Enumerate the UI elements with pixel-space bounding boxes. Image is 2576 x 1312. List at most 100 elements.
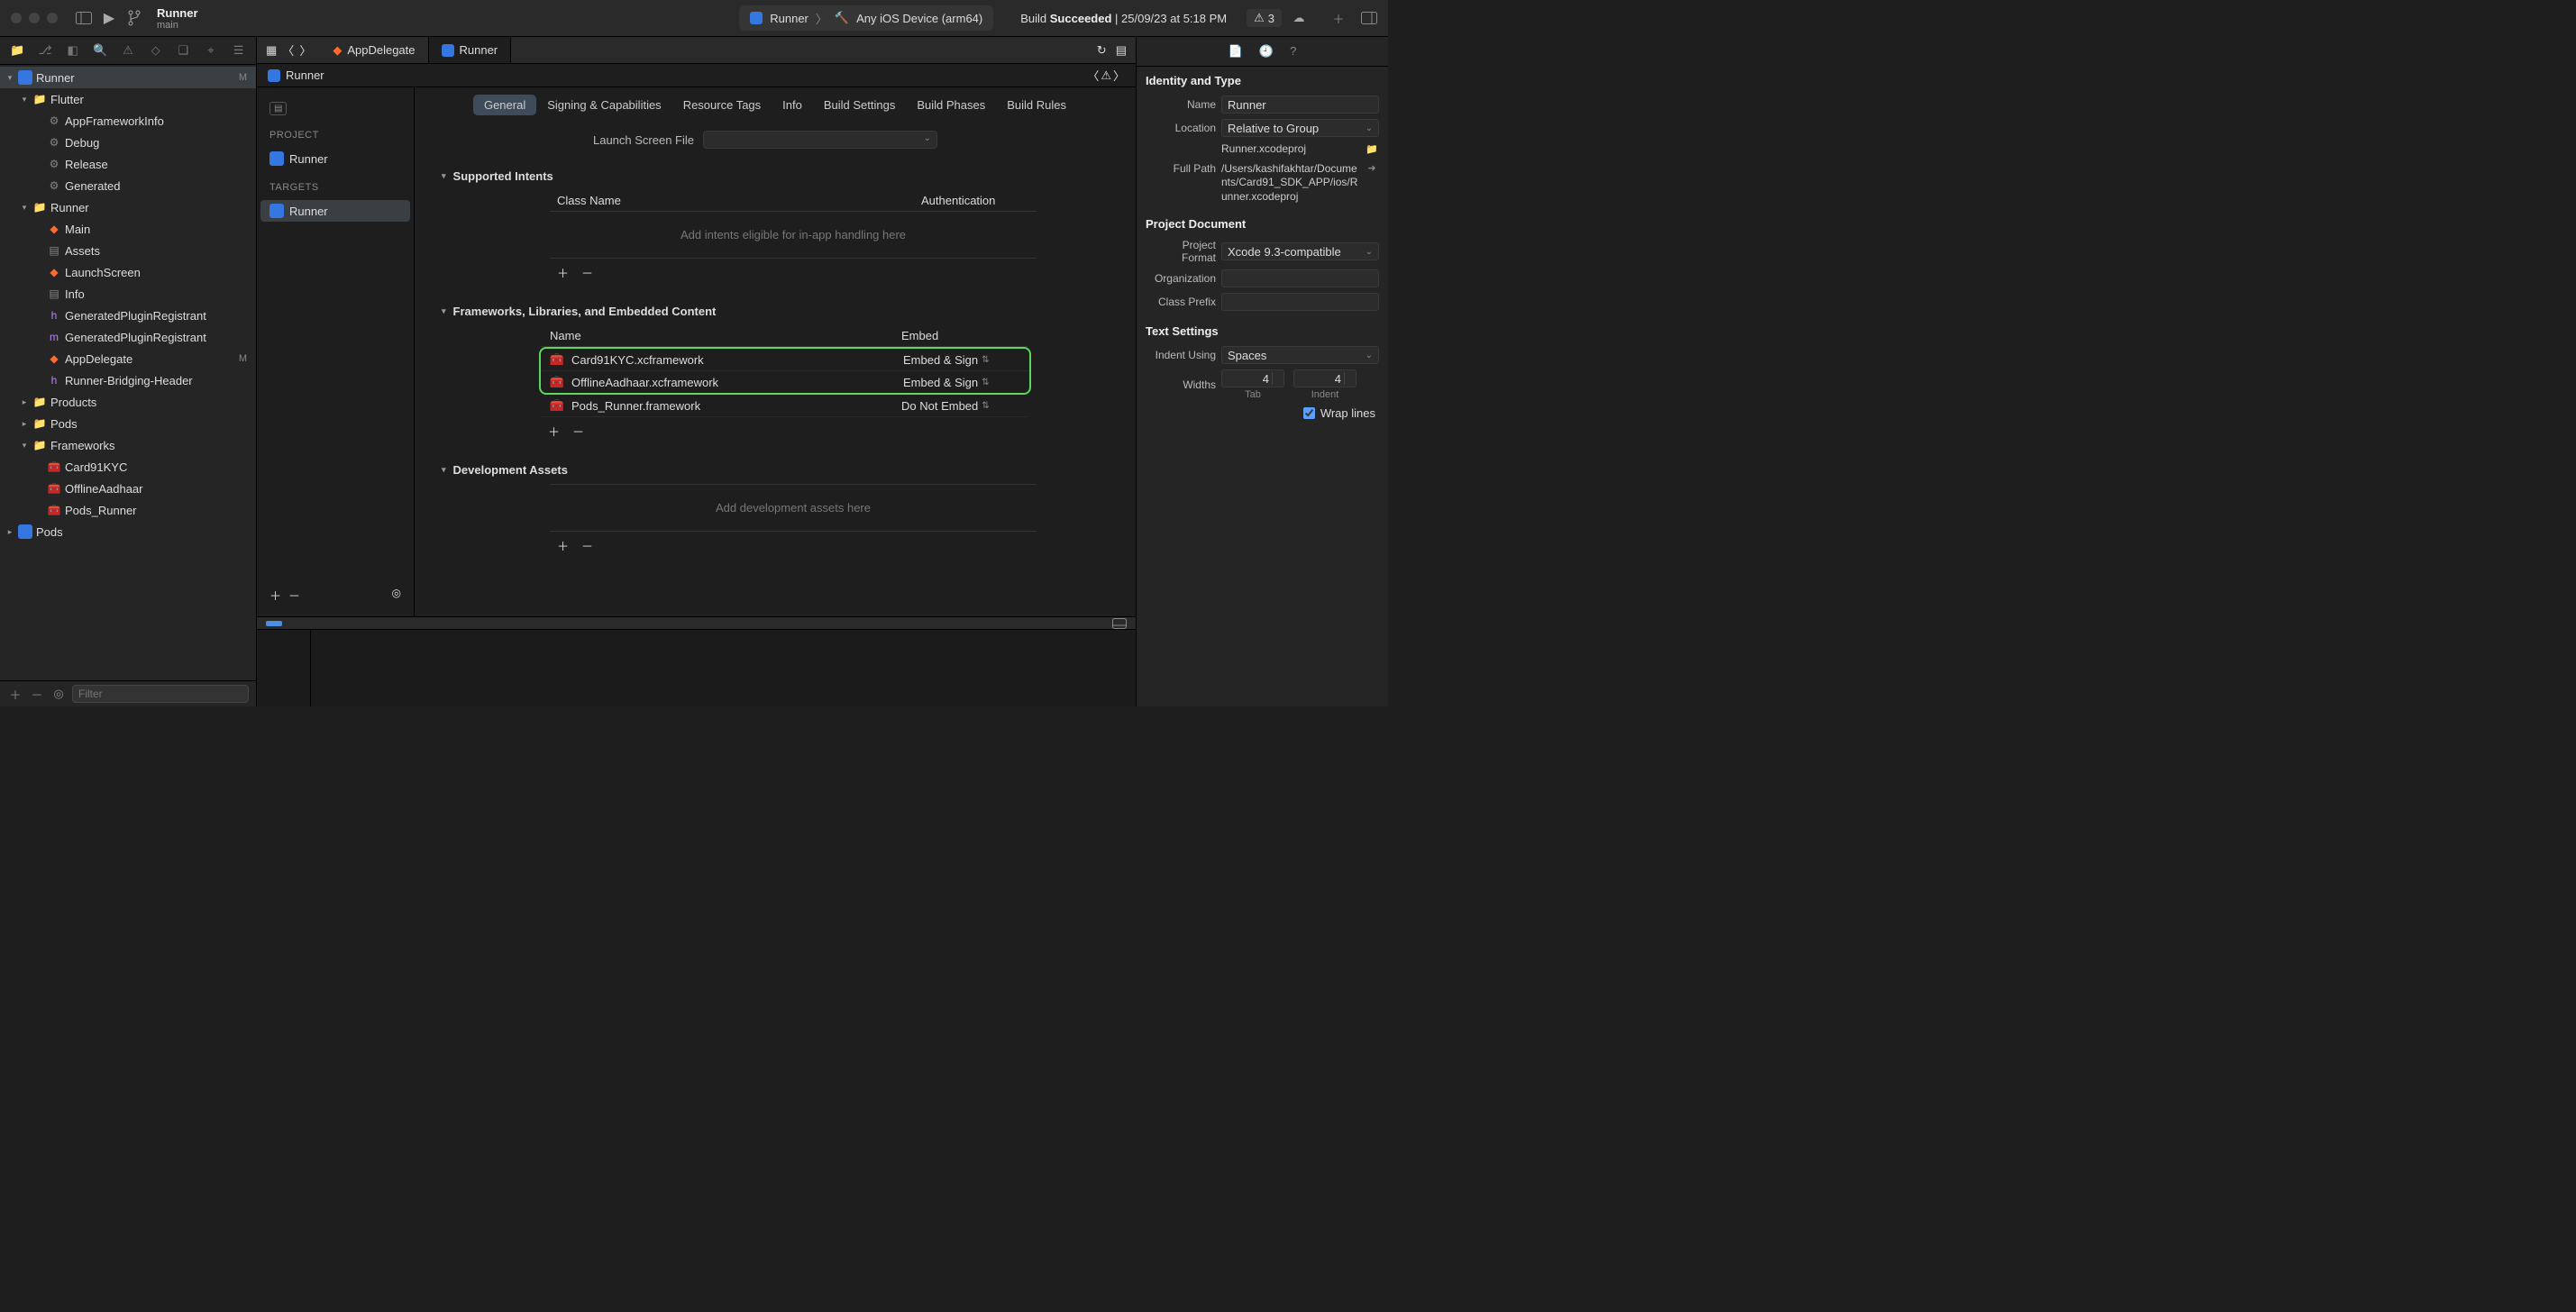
framework-row[interactable]: 🧰Card91KYC.xcframework Embed & Sign⇅ bbox=[541, 349, 1029, 371]
filter-scope-icon[interactable]: ◎ bbox=[50, 686, 67, 702]
remove-framework-button[interactable]: － bbox=[572, 423, 584, 440]
add-target-button[interactable]: ＋ bbox=[269, 587, 281, 604]
tab-resource-tags[interactable]: Resource Tags bbox=[672, 95, 772, 115]
tab-appdelegate[interactable]: ◆ AppDelegate bbox=[320, 37, 428, 63]
location-dropdown[interactable]: Relative to Group⌄ bbox=[1221, 119, 1379, 137]
cloud-icon[interactable]: ☁ bbox=[1291, 10, 1307, 26]
remove-file-button[interactable]: － bbox=[29, 686, 45, 702]
supported-intents-header[interactable]: ▾ Supported Intents bbox=[442, 162, 1109, 190]
warning-icon[interactable]: ⚠ bbox=[1101, 68, 1111, 83]
tree-row[interactable]: hRunner-Bridging-Header bbox=[0, 369, 256, 391]
branch-info[interactable]: Runner main bbox=[157, 6, 198, 31]
launch-screen-dropdown[interactable]: ⌄ bbox=[703, 131, 937, 149]
panel-toggle-icon[interactable] bbox=[1112, 618, 1127, 629]
framework-row[interactable]: 🧰OfflineAadhaar.xcframework Embed & Sign… bbox=[541, 371, 1029, 393]
dev-assets-header[interactable]: ▾ Development Assets bbox=[442, 456, 1109, 484]
remove-dev-asset-button[interactable]: － bbox=[581, 537, 593, 554]
editor-options-icon[interactable]: ▤ bbox=[1116, 43, 1127, 58]
tab-general[interactable]: General bbox=[473, 95, 536, 115]
framework-row[interactable]: 🧰Pods_Runner.framework Do Not Embed⇅ bbox=[541, 395, 1028, 417]
disclosure-icon[interactable]: ▾ bbox=[5, 73, 14, 83]
add-button[interactable]: ＋ bbox=[1330, 10, 1347, 26]
embed-select[interactable]: Embed & Sign bbox=[903, 353, 978, 367]
tree-row[interactable]: ▸📁Products bbox=[0, 391, 256, 413]
window-controls[interactable] bbox=[11, 13, 58, 23]
tree-row[interactable]: ▤Info bbox=[0, 283, 256, 305]
disclosure-icon[interactable]: ▾ bbox=[20, 95, 29, 105]
report-tab-icon[interactable]: ☰ bbox=[231, 42, 247, 59]
tree-row[interactable]: ⚙Release bbox=[0, 153, 256, 175]
embed-select[interactable]: Embed & Sign bbox=[903, 376, 978, 389]
wrap-lines-checkbox[interactable] bbox=[1303, 407, 1315, 419]
add-file-button[interactable]: ＋ bbox=[7, 686, 23, 702]
issues-badge[interactable]: ⚠3 bbox=[1247, 9, 1282, 27]
stepper-icon[interactable]: ⇅ bbox=[982, 355, 989, 365]
stepper-icon[interactable]: ⇅ bbox=[982, 378, 989, 387]
tree-row[interactable]: ▾📁Frameworks bbox=[0, 434, 256, 456]
tab-build-settings[interactable]: Build Settings bbox=[813, 95, 907, 115]
target-item[interactable]: Runner bbox=[260, 200, 410, 222]
filter-targets-icon[interactable]: ◎ bbox=[392, 587, 401, 604]
project-item[interactable]: Runner bbox=[260, 148, 410, 169]
disclosure-icon[interactable]: ▸ bbox=[5, 527, 14, 537]
tree-row[interactable]: ◆AppDelegateM bbox=[0, 348, 256, 369]
tree-row[interactable]: 🧰OfflineAadhaar bbox=[0, 478, 256, 499]
indent-using-dropdown[interactable]: Spaces⌄ bbox=[1221, 346, 1379, 364]
tree-row[interactable]: ⚙Generated bbox=[0, 175, 256, 196]
help-inspector-tab-icon[interactable]: ? bbox=[1290, 44, 1296, 59]
test-tab-icon[interactable]: ◇ bbox=[148, 42, 164, 59]
tree-row[interactable]: ⚙Debug bbox=[0, 132, 256, 153]
class-prefix-field[interactable] bbox=[1221, 293, 1379, 311]
tab-runner[interactable]: Runner bbox=[429, 37, 512, 63]
indent-width-stepper[interactable]: 4 bbox=[1293, 369, 1357, 387]
disclosure-icon[interactable]: ▸ bbox=[20, 397, 29, 407]
file-inspector-tab-icon[interactable]: 📄 bbox=[1229, 44, 1243, 59]
tree-row[interactable]: ▸📁Pods bbox=[0, 413, 256, 434]
folder-tab-icon[interactable]: 📁 bbox=[9, 42, 25, 59]
tree-row[interactable]: ◆LaunchScreen bbox=[0, 261, 256, 283]
tab-build-rules[interactable]: Build Rules bbox=[996, 95, 1077, 115]
refresh-icon[interactable]: ↻ bbox=[1097, 43, 1107, 58]
issue-tab-icon[interactable]: ⚠ bbox=[120, 42, 136, 59]
format-dropdown[interactable]: Xcode 9.3-compatible⌄ bbox=[1221, 242, 1379, 260]
tree-row[interactable]: 🧰Card91KYC bbox=[0, 456, 256, 478]
run-button[interactable]: ▶ bbox=[101, 10, 117, 26]
tree-row[interactable]: ▾RunnerM bbox=[0, 67, 256, 88]
disclosure-icon[interactable]: ▾ bbox=[20, 441, 29, 451]
tab-signing[interactable]: Signing & Capabilities bbox=[536, 95, 671, 115]
tree-row[interactable]: ▸Pods bbox=[0, 521, 256, 542]
add-intent-button[interactable]: ＋ bbox=[557, 264, 569, 281]
back-button[interactable]: 〈 bbox=[282, 41, 294, 59]
remove-intent-button[interactable]: － bbox=[581, 264, 593, 281]
forward-button[interactable]: 〉 bbox=[299, 41, 311, 59]
add-framework-button[interactable]: ＋ bbox=[548, 423, 560, 440]
history-inspector-tab-icon[interactable]: 🕘 bbox=[1259, 44, 1274, 59]
tree-row[interactable]: ▾📁Flutter bbox=[0, 88, 256, 110]
library-icon[interactable] bbox=[1361, 10, 1377, 26]
symbol-tab-icon[interactable]: ◧ bbox=[65, 42, 81, 59]
source-control-tab-icon[interactable]: ⎇ bbox=[37, 42, 53, 59]
add-dev-asset-button[interactable]: ＋ bbox=[557, 537, 569, 554]
folder-icon[interactable]: 📁 bbox=[1365, 143, 1379, 155]
debug-tab-icon[interactable]: ❏ bbox=[175, 42, 191, 59]
tab-info[interactable]: Info bbox=[772, 95, 813, 115]
tree-row[interactable]: mGeneratedPluginRegistrant bbox=[0, 326, 256, 348]
tab-build-phases[interactable]: Build Phases bbox=[906, 95, 996, 115]
disclosure-icon[interactable]: ▾ bbox=[20, 203, 29, 213]
reveal-in-finder-icon[interactable]: ➜ bbox=[1365, 162, 1379, 174]
embed-select[interactable]: Do Not Embed bbox=[901, 399, 978, 413]
scheme-selector[interactable]: Runner 〉 🔨 Any iOS Device (arm64) bbox=[739, 5, 993, 31]
filter-input[interactable] bbox=[72, 685, 249, 703]
breakpoint-tab-icon[interactable]: ⌖ bbox=[203, 42, 219, 59]
tree-row[interactable]: ◆Main bbox=[0, 218, 256, 240]
tree-row[interactable]: ▾📁Runner bbox=[0, 196, 256, 218]
find-tab-icon[interactable]: 🔍 bbox=[92, 42, 108, 59]
tab-width-stepper[interactable]: 4 bbox=[1221, 369, 1284, 387]
tree-row[interactable]: 🧰Pods_Runner bbox=[0, 499, 256, 521]
tree-row[interactable]: hGeneratedPluginRegistrant bbox=[0, 305, 256, 326]
outline-toggle-icon[interactable]: ▤ bbox=[269, 102, 287, 115]
frameworks-header[interactable]: ▾ Frameworks, Libraries, and Embedded Co… bbox=[442, 297, 1109, 325]
remove-target-button[interactable]: － bbox=[288, 587, 300, 604]
organization-field[interactable] bbox=[1221, 269, 1379, 287]
stepper-icon[interactable]: ⇅ bbox=[982, 401, 989, 411]
